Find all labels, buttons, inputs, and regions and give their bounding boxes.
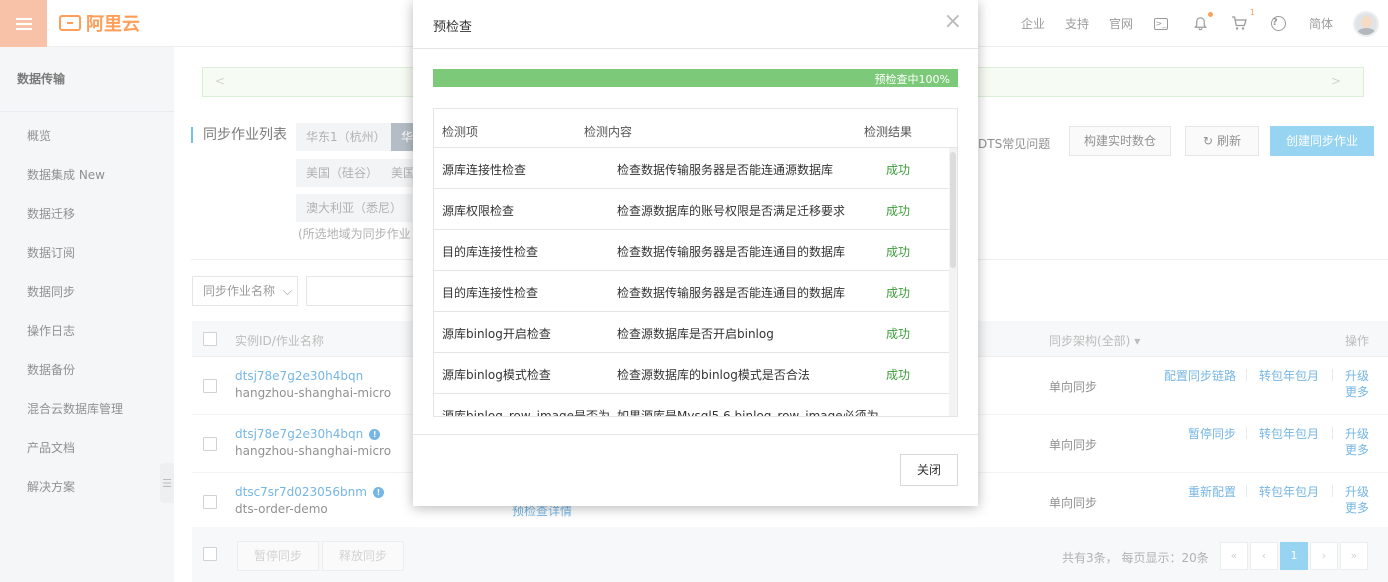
check-table-scrollbar[interactable] bbox=[949, 148, 957, 416]
check-table-header: 检测项 检测内容 检测结果 bbox=[434, 109, 957, 148]
check-result: 成功 bbox=[886, 286, 911, 300]
check-row: 目的库连接性检查 检查数据传输服务器是否能连通目的数据库 成功 bbox=[434, 271, 949, 312]
precheck-dialog: 预检查 × 预检查中100% 检测项 检测内容 检测结果 源库连接性检查 检查数… bbox=[413, 0, 978, 506]
check-content: 如果源库是Mysql5.6 binlog_row_image必须为 bbox=[617, 409, 879, 417]
check-item: 源库binlog开启检查 bbox=[442, 327, 551, 341]
dialog-footer-divider bbox=[413, 434, 978, 435]
check-row: 目的库连接性检查 检查数据传输服务器是否能连通目的数据库 成功 bbox=[434, 230, 949, 271]
check-result: 成功 bbox=[886, 327, 911, 341]
col-check-result: 检测结果 bbox=[864, 125, 913, 139]
check-content: 检查源数据库的binlog模式是否合法 bbox=[617, 368, 810, 382]
check-content: 检查源数据库是否开启binlog bbox=[617, 327, 774, 341]
close-icon[interactable]: × bbox=[944, 10, 962, 34]
check-item: 目的库连接性检查 bbox=[442, 286, 539, 300]
check-item: 目的库连接性检查 bbox=[442, 245, 539, 259]
check-result: 成功 bbox=[886, 368, 911, 382]
check-table: 检测项 检测内容 检测结果 源库连接性检查 检查数据传输服务器是否能连通源数据库… bbox=[433, 108, 958, 417]
check-result: 成功 bbox=[886, 163, 911, 177]
check-content: 检查源数据库的账号权限是否满足迁移要求 bbox=[617, 204, 846, 218]
check-row: 源库binlog_row_image是否为 如果源库是Mysql5.6 binl… bbox=[434, 394, 949, 417]
check-item: 源库连接性检查 bbox=[442, 163, 527, 177]
col-check-content: 检测内容 bbox=[584, 125, 633, 139]
check-row: 源库连接性检查 检查数据传输服务器是否能连通源数据库 成功 bbox=[434, 148, 949, 189]
dialog-title: 预检查 bbox=[433, 20, 473, 35]
dialog-header: 预检查 × bbox=[413, 0, 978, 49]
check-row: 源库binlog开启检查 检查源数据库是否开启binlog 成功 bbox=[434, 312, 949, 353]
check-item: 源库权限检查 bbox=[442, 204, 515, 218]
progress-label: 预检查中100% bbox=[874, 73, 950, 86]
close-button[interactable]: 关闭 bbox=[900, 454, 958, 486]
scrollbar-thumb[interactable] bbox=[950, 152, 956, 268]
check-item: 源库binlog模式检查 bbox=[442, 368, 551, 382]
check-result: 成功 bbox=[886, 204, 911, 218]
check-content: 检查数据传输服务器是否能连通目的数据库 bbox=[617, 245, 846, 259]
progress-bar: 预检查中100% bbox=[433, 69, 958, 87]
check-content: 检查数据传输服务器是否能连通源数据库 bbox=[617, 163, 834, 177]
check-item: 源库binlog_row_image是否为 bbox=[442, 409, 611, 417]
check-content: 检查数据传输服务器是否能连通目的数据库 bbox=[617, 286, 846, 300]
col-check-item: 检测项 bbox=[442, 125, 479, 139]
check-row: 源库binlog模式检查 检查源数据库的binlog模式是否合法 成功 bbox=[434, 353, 949, 394]
check-row: 源库权限检查 检查源数据库的账号权限是否满足迁移要求 成功 bbox=[434, 189, 949, 230]
check-result: 成功 bbox=[886, 245, 911, 259]
